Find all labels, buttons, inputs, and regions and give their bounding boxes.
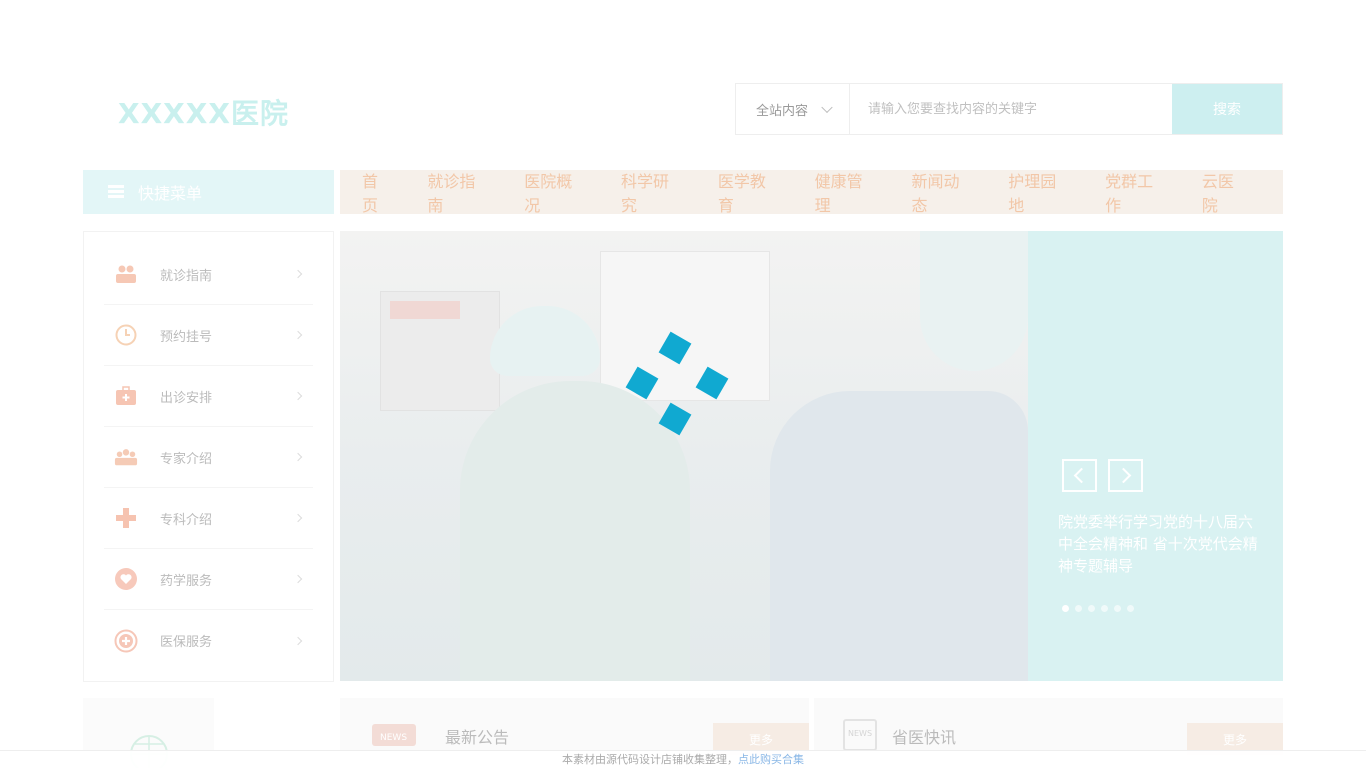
search-scope-select[interactable]: 全站内容 — [736, 84, 850, 134]
list-icon — [108, 185, 124, 199]
chevron-right-icon — [293, 269, 303, 279]
banner-slider: 院党委举行学习党的十八届六中全会精神和 省十次党代会精神专题辅导 — [340, 231, 1283, 681]
banner-photo[interactable] — [340, 231, 1028, 681]
surgical-cap-2 — [920, 231, 1028, 371]
plus-circle-icon — [114, 629, 138, 653]
newspaper-icon: NEWS — [372, 724, 416, 746]
slide-dot[interactable] — [1127, 605, 1134, 612]
news-box-title: 最新公告 — [445, 728, 510, 747]
quick-menu-item-pharmacy[interactable]: 药学服务 — [104, 549, 313, 610]
slide-dot[interactable] — [1062, 605, 1069, 612]
quick-menu-list: 就诊指南 预约挂号 出诊安排 专家介绍 专科介绍 药学服务 医保服务 — [83, 231, 334, 682]
quick-menu-label: 医保服务 — [160, 635, 213, 650]
slide-dot[interactable] — [1088, 605, 1095, 612]
surgical-cap — [490, 306, 600, 376]
quick-menu-label: 就诊指南 — [160, 268, 213, 284]
group-icon — [114, 445, 138, 469]
quick-menu-item-schedule[interactable]: 出诊安排 — [104, 366, 313, 427]
chevron-right-icon — [293, 636, 303, 645]
nav-item-cloud[interactable]: 云医院 — [1202, 168, 1249, 216]
quick-menu-item-departments[interactable]: 专科介绍 — [104, 488, 313, 549]
quick-menu-label: 预约挂号 — [160, 329, 213, 345]
chevron-right-icon — [293, 391, 303, 401]
footer-notice: 本素材由源代码设计店铺收集整理，点此购买合集 — [0, 750, 1366, 768]
quick-menu-item-insurance[interactable]: 医保服务 — [104, 610, 313, 671]
surgeons-figure — [770, 391, 1028, 681]
chevron-left-icon — [1073, 467, 1090, 484]
heart-icon — [114, 567, 138, 591]
chevron-right-icon — [293, 513, 303, 523]
search-scope-label: 全站内容 — [756, 103, 809, 119]
quick-menu-title: 快捷菜单 — [138, 184, 203, 203]
chevron-right-icon — [293, 574, 303, 584]
chevron-right-icon — [293, 330, 303, 340]
medkit-icon — [114, 384, 138, 408]
nav-item-research[interactable]: 科学研究 — [621, 168, 684, 216]
banner-caption[interactable]: 院党委举行学习党的十八届六中全会精神和 省十次党代会精神专题辅导 — [1058, 511, 1258, 577]
quick-menu-label: 出诊安排 — [160, 390, 213, 406]
banner-caption-panel: 院党委举行学习党的十八届六中全会精神和 省十次党代会精神专题辅导 — [1028, 231, 1283, 681]
nav-item-news[interactable]: 新闻动态 — [911, 168, 974, 216]
next-slide-button[interactable] — [1108, 459, 1143, 492]
chevron-down-icon — [821, 101, 833, 114]
slide-dot[interactable] — [1114, 605, 1121, 612]
chevron-right-icon — [1115, 467, 1132, 484]
news-box-title: 省医快讯 — [892, 728, 957, 747]
page: XXXXX医院 全站内容 搜索 快捷菜单 首页 就诊指南 医院概况 科学研究 医… — [0, 0, 1366, 768]
footer-text: 本素材由源代码设计店铺收集整理， — [562, 753, 738, 766]
quick-menu-item-experts[interactable]: 专家介绍 — [104, 427, 313, 488]
quick-menu-label: 专科介绍 — [160, 512, 213, 528]
display-panel — [390, 301, 460, 319]
slide-dot[interactable] — [1101, 605, 1108, 612]
nav-item-party[interactable]: 党群工作 — [1105, 168, 1168, 216]
nav-item-nursing[interactable]: 护理园地 — [1008, 168, 1071, 216]
prev-slide-button[interactable] — [1062, 459, 1097, 492]
clock-icon — [114, 323, 138, 347]
newspaper-icon: NEWS — [843, 719, 877, 751]
quick-menu-label: 专家介绍 — [160, 451, 213, 467]
cross-icon — [114, 506, 138, 530]
nav-item-education[interactable]: 医学教育 — [718, 168, 781, 216]
quick-menu-label: 药学服务 — [160, 573, 213, 589]
people-icon — [114, 262, 138, 286]
nav-item-overview[interactable]: 医院概况 — [524, 168, 587, 216]
main-nav: 首页 就诊指南 医院概况 科学研究 医学教育 健康管理 新闻动态 护理园地 党群… — [340, 168, 1283, 216]
footer-link[interactable]: 点此购买合集 — [738, 753, 804, 766]
site-logo[interactable]: XXXXX医院 — [118, 92, 289, 132]
nav-item-home[interactable]: 首页 — [362, 168, 393, 216]
svg-text:NEWS: NEWS — [380, 733, 407, 743]
chevron-right-icon — [293, 452, 303, 462]
slide-dot[interactable] — [1075, 605, 1082, 612]
search-button[interactable]: 搜索 — [1172, 84, 1282, 134]
slide-indicators — [1062, 605, 1140, 612]
nav-item-guide[interactable]: 就诊指南 — [427, 168, 490, 216]
quick-menu-header: 快捷菜单 — [83, 170, 334, 214]
svg-text:NEWS: NEWS — [848, 729, 872, 738]
quick-menu-item-guide[interactable]: 就诊指南 — [104, 244, 313, 305]
search-bar: 全站内容 搜索 — [735, 83, 1283, 135]
search-input[interactable] — [850, 84, 1172, 134]
quick-menu-item-appointment[interactable]: 预约挂号 — [104, 305, 313, 366]
loading-spinner-icon — [625, 331, 740, 441]
nav-item-health[interactable]: 健康管理 — [815, 168, 878, 216]
